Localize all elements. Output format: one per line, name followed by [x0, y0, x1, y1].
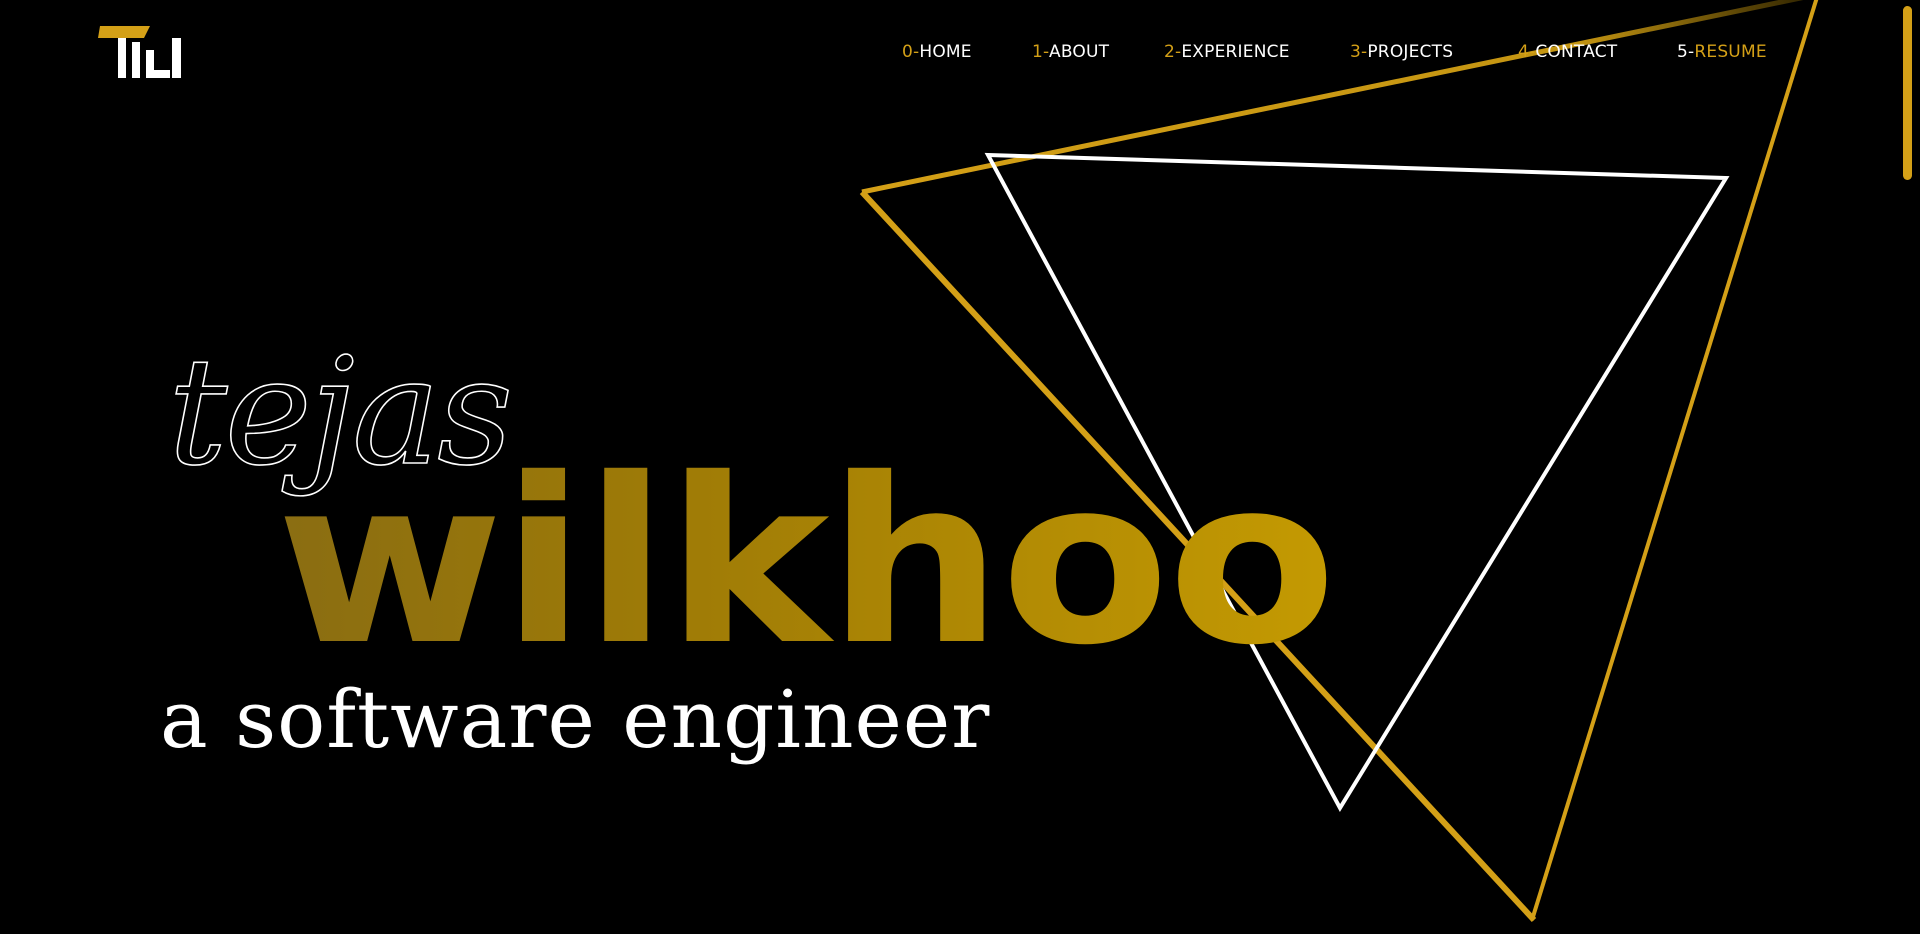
- hero-tagline: a software engineer: [160, 673, 991, 766]
- scroll-indicator[interactable]: [1903, 6, 1912, 180]
- nav-item-about[interactable]: 1-ABOUT: [1032, 42, 1109, 62]
- nav-item-number: 0-: [902, 42, 920, 62]
- nav-item-projects[interactable]: 3-PROJECTS: [1350, 42, 1453, 62]
- nav-item-number: 5-: [1677, 42, 1695, 62]
- nav-item-number: 4-: [1518, 42, 1536, 62]
- nav-item-number: 1-: [1032, 42, 1049, 62]
- nav-item-label: RESUME: [1694, 42, 1767, 62]
- nav-item-label: CONTACT: [1535, 42, 1618, 62]
- page: 0-HOME 1-ABOUT 2-EXPERIENCE 3-PROJECTS 4…: [0, 0, 1920, 934]
- nav-item-contact[interactable]: 4-CONTACT: [1518, 42, 1617, 62]
- main-navigation: 0-HOME 1-ABOUT 2-EXPERIENCE 3-PROJECTS 4…: [900, 42, 1780, 64]
- nav-item-label: EXPERIENCE: [1181, 42, 1290, 62]
- nav-item-number: 3-: [1350, 42, 1368, 62]
- nav-item-resume[interactable]: 5-RESUME: [1677, 42, 1767, 62]
- nav-item-experience[interactable]: 2-EXPERIENCE: [1164, 42, 1290, 62]
- logo-icon: [98, 26, 181, 78]
- hero-last-name: wilkhoo: [276, 429, 1337, 695]
- logo[interactable]: [98, 26, 184, 78]
- nav-item-label: HOME: [919, 42, 972, 62]
- nav-item-number: 2-: [1164, 42, 1182, 62]
- nav-item-home[interactable]: 0-HOME: [902, 42, 972, 62]
- nav-item-label: ABOUT: [1048, 42, 1110, 62]
- nav-item-label: PROJECTS: [1367, 42, 1454, 62]
